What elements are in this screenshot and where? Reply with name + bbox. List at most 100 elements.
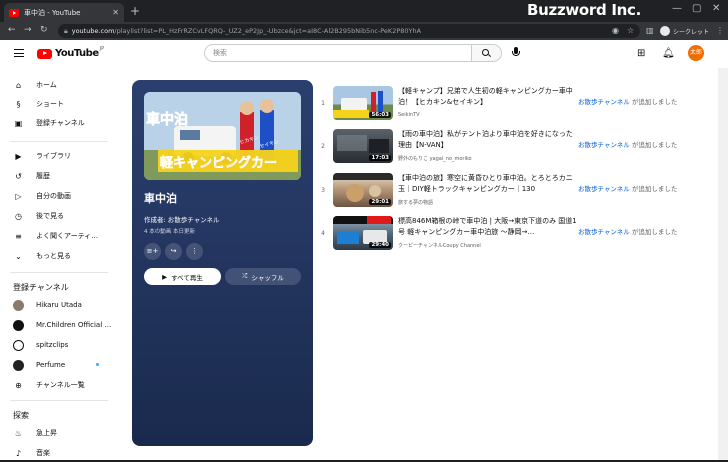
forward-icon[interactable]: → (24, 25, 32, 35)
video-duration: 17:03 (369, 155, 391, 161)
video-title[interactable]: 【車中泊の旅】寒空に黄昏ひとり車中泊。とろとろカニ玉｜DIY軽トラックキャンピン… (398, 173, 578, 195)
added-by-channel-link[interactable]: お散歩チャンネル (578, 185, 630, 193)
playlist-thumbnail[interactable]: 車中泊 軽キャンピングカー ヒカキン セイキン (144, 92, 301, 180)
create-video-icon[interactable]: ⊞ (637, 48, 645, 59)
added-by-channel-link[interactable]: お散歩チャンネル (578, 228, 630, 236)
sidebar-item-trending[interactable]: ♨ 急上昇 (0, 424, 112, 442)
library-icon: ▶ (15, 151, 22, 161)
sidebar-item-playlist[interactable]: ≡ よく聞くアーティ… (0, 227, 112, 245)
account-avatar[interactable]: 太郎 (688, 45, 704, 61)
sidebar-item-home[interactable]: ⌂ ホーム (0, 76, 112, 94)
sidebar-item-show-more[interactable]: ⌄ もっと見る (0, 247, 112, 265)
play-all-button[interactable]: ▶ すべて再生 (144, 268, 221, 285)
playlist-title: 車中泊 (144, 192, 177, 205)
sidebar-channel-perfume[interactable]: Perfume (0, 356, 112, 374)
browser-tab[interactable]: 車中泊 - YouTube ✕ (4, 3, 124, 22)
star-icon[interactable]: ☆ (627, 26, 634, 35)
divider (10, 400, 108, 401)
playlist-icon: ≡ (15, 231, 22, 241)
playlist-action-buttons: ≡+ ↪ ⋮ (144, 243, 203, 260)
tab-bar: 車中泊 - YouTube ✕ + Buzzword Inc. — ▢ ✕ (0, 0, 728, 22)
video-title[interactable]: 【雨の車中泊】私がテント泊より車中泊を好きになった理由【N-VAN】 (398, 129, 578, 151)
tab-close-icon[interactable]: ✕ (112, 8, 119, 17)
playlist-header-card: 車中泊 軽キャンピングカー ヒカキン セイキン 車中泊 作成者: お散歩チャンネ… (132, 80, 313, 446)
new-tab-button[interactable]: + (130, 4, 140, 18)
video-index: 1 (321, 100, 325, 107)
channel-avatar (13, 319, 24, 331)
sidebar-channel-spitzclips[interactable]: spitzclips (0, 336, 112, 354)
address-bar[interactable]: 🔒︎ youtube.com/playlist?list=PL_HzFrRZCv… (58, 24, 640, 38)
shorts-icon: § (16, 99, 21, 109)
hamburger-menu-icon[interactable] (14, 49, 24, 60)
sidebar-item-your-videos[interactable]: ▷ 自分の動画 (0, 187, 112, 205)
shuffle-button[interactable]: ⤮ シャッフル (225, 268, 301, 285)
sidebar-channel-mr-children[interactable]: Mr.Children Official … (0, 316, 112, 334)
sidebar-item-music[interactable]: ♪ 音楽 (0, 444, 112, 462)
video-duration: 56:03 (369, 112, 391, 118)
shuffle-icon: ⤮ (242, 272, 248, 280)
sidepanel-icon[interactable]: ▥ (646, 26, 654, 35)
maximize-icon[interactable]: ▢ (692, 3, 701, 14)
added-by-text: お散歩チャンネル が追加しました (578, 228, 678, 236)
youtube-header: YouTube JP 検索 ⊞ 🔔︎ 太郎 (0, 40, 728, 68)
video-duration: 29:40 (369, 242, 391, 248)
youtube-favicon-icon (9, 8, 19, 17)
video-index: 4 (321, 230, 325, 237)
added-by-channel-link[interactable]: お散歩チャンネル (578, 98, 630, 106)
video-thumbnail[interactable]: 29:01 (333, 173, 393, 207)
reload-icon[interactable]: ↻ (40, 25, 48, 35)
page-scrollbar[interactable] (718, 68, 728, 460)
menu-dots-icon[interactable]: ⋮ (716, 26, 724, 35)
video-thumbnail[interactable]: 29:40 (333, 216, 393, 250)
video-channel[interactable]: クーピーチャンネルCoupy Channel (398, 242, 481, 249)
save-to-library-icon[interactable]: ≡+ (144, 243, 161, 260)
playlist-meta: 4 本の動画 本日更新 (144, 229, 195, 235)
minimize-icon[interactable]: — (672, 3, 682, 14)
notifications-bell-icon[interactable]: 🔔︎ (662, 48, 675, 59)
add-circle-icon: ⊕ (15, 380, 22, 390)
video-channel[interactable]: 旅する夢の物語 (398, 199, 433, 206)
list-item[interactable]: 1 56:03 【軽キャンプ】兄弟で人生初の軽キャンピングカー車中泊！【ヒカキン… (316, 86, 716, 126)
video-channel[interactable]: SeikinTV (398, 112, 420, 118)
watch-later-icon: ◷ (15, 211, 22, 221)
youtube-logo[interactable]: YouTube JP (37, 46, 104, 59)
video-channel[interactable]: 野外のもりこ yagai_no_moriko (398, 155, 472, 162)
back-icon[interactable]: ← (8, 25, 16, 35)
video-title[interactable]: 標高846M箱根の峠で車中泊 | 大阪→東京下道のみ 国道1号 軽キャンピングカ… (398, 216, 578, 238)
sidebar-item-shorts[interactable]: § ショート (0, 95, 112, 113)
close-window-icon[interactable]: ✕ (712, 3, 720, 14)
playlist-owner[interactable]: 作成者: お散歩チャンネル (144, 214, 220, 224)
search-input[interactable]: 検索 (204, 44, 472, 62)
sidebar: ⌂ ホーム § ショート ▣ 登録チャンネル ▶ ライブラリ ↺ 履歴 ▷ 自分… (0, 68, 112, 460)
added-by-channel-link[interactable]: お散歩チャンネル (578, 141, 630, 149)
video-index: 3 (321, 187, 325, 194)
incognito-label: シークレット (673, 28, 710, 36)
search-button[interactable] (472, 44, 502, 62)
incognito-eye-icon[interactable]: ◉ (612, 26, 619, 35)
added-by-text: お散歩チャンネル が追加しました (578, 98, 678, 106)
microphone-icon[interactable] (512, 47, 520, 56)
sidebar-channel-hikaru-utada[interactable]: Hikaru Utada (0, 296, 112, 314)
list-item[interactable]: 2 17:03 【雨の車中泊】私がテント泊より車中泊を好きになった理由【N-VA… (316, 129, 716, 169)
more-options-icon[interactable]: ⋮ (186, 243, 203, 260)
sidebar-all-channels[interactable]: ⊕ チャンネル一覧 (0, 376, 112, 394)
search-icon (482, 49, 489, 56)
sidebar-item-library[interactable]: ▶ ライブラリ (0, 147, 112, 165)
video-thumbnail[interactable]: 56:03 (333, 86, 393, 120)
video-title[interactable]: 【軽キャンプ】兄弟で人生初の軽キャンピングカー車中泊！【ヒカキン&セイキン】 (398, 86, 578, 108)
incognito-indicator[interactable]: シークレット (660, 25, 709, 37)
list-item[interactable]: 3 29:01 【車中泊の旅】寒空に黄昏ひとり車中泊。とろとろカニ玉｜DIY軽ト… (316, 173, 716, 213)
video-thumbnail[interactable]: 17:03 (333, 129, 393, 163)
playlist-thumbnail-image: 車中泊 軽キャンピングカー ヒカキン セイキン (144, 92, 301, 180)
lock-icon: 🔒︎ (64, 26, 68, 35)
share-icon[interactable]: ↪ (165, 243, 182, 260)
added-by-text: お散歩チャンネル が追加しました (578, 185, 678, 193)
address-bar-row: ← → ↻ 🔒︎ youtube.com/playlist?list=PL_Hz… (0, 22, 728, 40)
sidebar-item-history[interactable]: ↺ 履歴 (0, 167, 112, 185)
channel-avatar (13, 299, 24, 311)
channel-avatar (13, 359, 24, 371)
sidebar-item-subscriptions[interactable]: ▣ 登録チャンネル (0, 114, 112, 132)
list-item[interactable]: 4 29:40 標高846M箱根の峠で車中泊 | 大阪→東京下道のみ 国道1号 … (316, 216, 716, 256)
sidebar-item-watch-later[interactable]: ◷ 後で見る (0, 207, 112, 225)
play-icon: ▶ (162, 272, 168, 281)
